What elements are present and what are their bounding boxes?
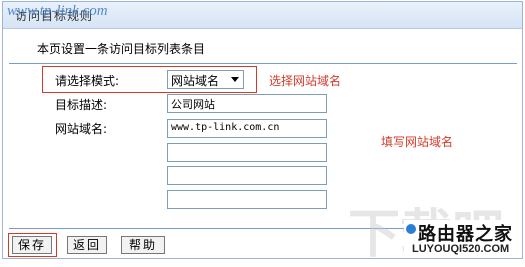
mode-select[interactable]: 网站域名 (167, 70, 244, 89)
logo-icon (406, 224, 416, 234)
logo-url: LUYOUQI520.COM (412, 243, 510, 255)
back-button[interactable]: 返回 (67, 236, 107, 254)
intro-text: 本页设置一条访问目标列表条目 (37, 42, 206, 56)
help-button[interactable]: 帮助 (121, 236, 165, 254)
domain-input-3[interactable] (167, 166, 327, 185)
mode-select-value: 网站域名 (171, 74, 220, 88)
description-value: 公司网站 (171, 98, 215, 111)
domain-value-1: www.tp-link.com.cn (171, 122, 280, 133)
site-logo: 路由器之家 LUYOUQI520.COM (404, 220, 522, 258)
domain-annotation: 填写网站域名 (381, 135, 454, 149)
domain-input-2[interactable] (167, 143, 327, 162)
mode-annotation: 选择网站域名 (269, 74, 342, 88)
domain-input-4[interactable] (167, 190, 327, 209)
url-watermark: www.tp-link.com (7, 3, 108, 19)
domain-input-1[interactable]: www.tp-link.com.cn (167, 119, 327, 138)
description-label: 目标描述: (55, 98, 108, 112)
title-bar: 访问目标规则 www.tp-link.com (3, 2, 522, 29)
description-input[interactable]: 公司网站 (167, 94, 327, 113)
save-button[interactable]: 保存 (12, 236, 52, 254)
chevron-down-icon (231, 77, 239, 82)
mode-label: 请选择模式: (55, 74, 120, 88)
domain-label: 网站域名: (55, 122, 108, 136)
divider-top (9, 63, 517, 64)
